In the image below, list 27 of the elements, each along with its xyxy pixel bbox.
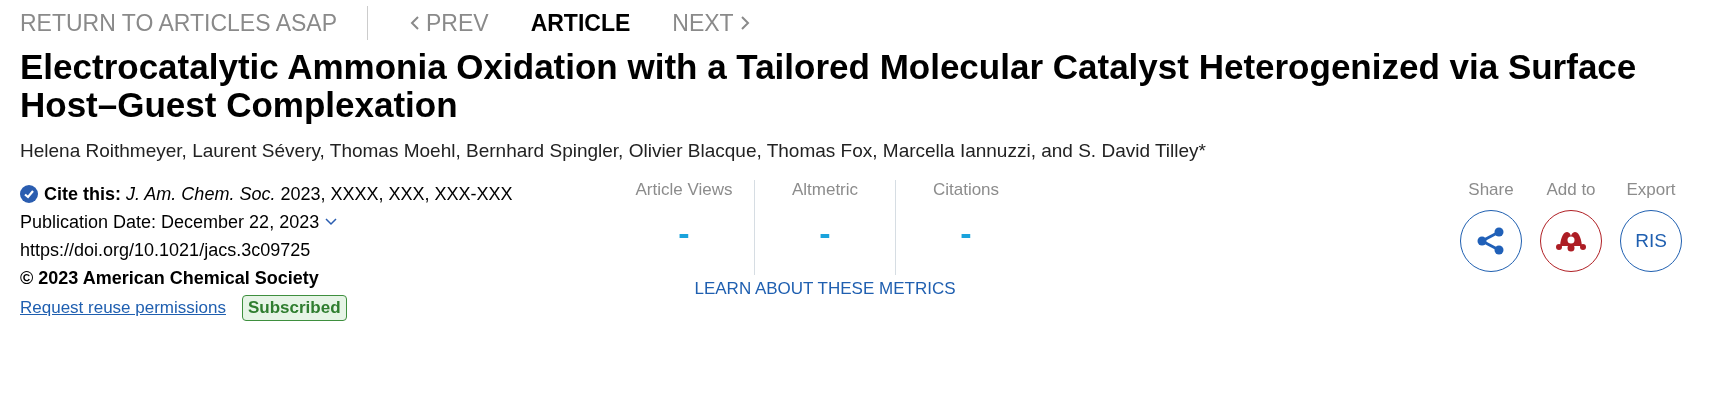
metric-label: Article Views	[635, 180, 733, 200]
publication-date: Publication Date: December 22, 2023	[20, 211, 320, 234]
chevron-down-icon[interactable]	[325, 218, 338, 226]
subscribed-badge: Subscribed	[242, 295, 347, 321]
action-label: Share	[1468, 180, 1514, 200]
action-label: Add to	[1546, 180, 1596, 200]
check-icon	[20, 185, 38, 203]
author-list: Helena Roithmeyer, Laurent Sévery, Thomas Moehl, Bernhard Spingler, Olivier Blacque, Thomas Fox, Marcella Iannuzzi, and S. David Tilley*	[20, 140, 1723, 162]
article-title: Electrocatalytic Ammonia Oxidation with a Tailored Molecular Catalyst Heterogenized via Surface Host–Guest Complexation	[20, 48, 1638, 124]
chevron-left-icon	[410, 15, 420, 31]
doi-text: https://doi.org/10.1021/jacs.3c09725	[20, 239, 312, 262]
action-label: Export	[1626, 180, 1676, 200]
learn-metrics-link[interactable]: LEARN ABOUT THESE METRICS	[694, 279, 956, 299]
ris-export-button[interactable]: RIS	[1620, 210, 1682, 272]
chevron-right-icon	[739, 15, 750, 31]
nav-link[interactable]: PREV	[410, 9, 489, 37]
return-link[interactable]: RETURN TO ARTICLES ASAP	[20, 6, 368, 40]
reuse-permissions-link[interactable]: Request reuse permissions	[20, 294, 226, 322]
metric-value: -	[819, 214, 831, 253]
metric-label: Altmetric	[791, 180, 859, 200]
metric-value: -	[960, 214, 972, 253]
nav-link[interactable]: ARTICLE	[530, 9, 631, 37]
nav-link[interactable]: NEXT	[672, 9, 750, 37]
metric-label: Citations	[932, 180, 1000, 200]
citation-text: Cite this: J. Am. Chem. Soc. 2023, XXXX, XXX, XXX-XXX	[44, 183, 513, 206]
copyright-text: © 2023 American Chemical Society	[20, 267, 320, 290]
metric-value: -	[678, 214, 690, 253]
